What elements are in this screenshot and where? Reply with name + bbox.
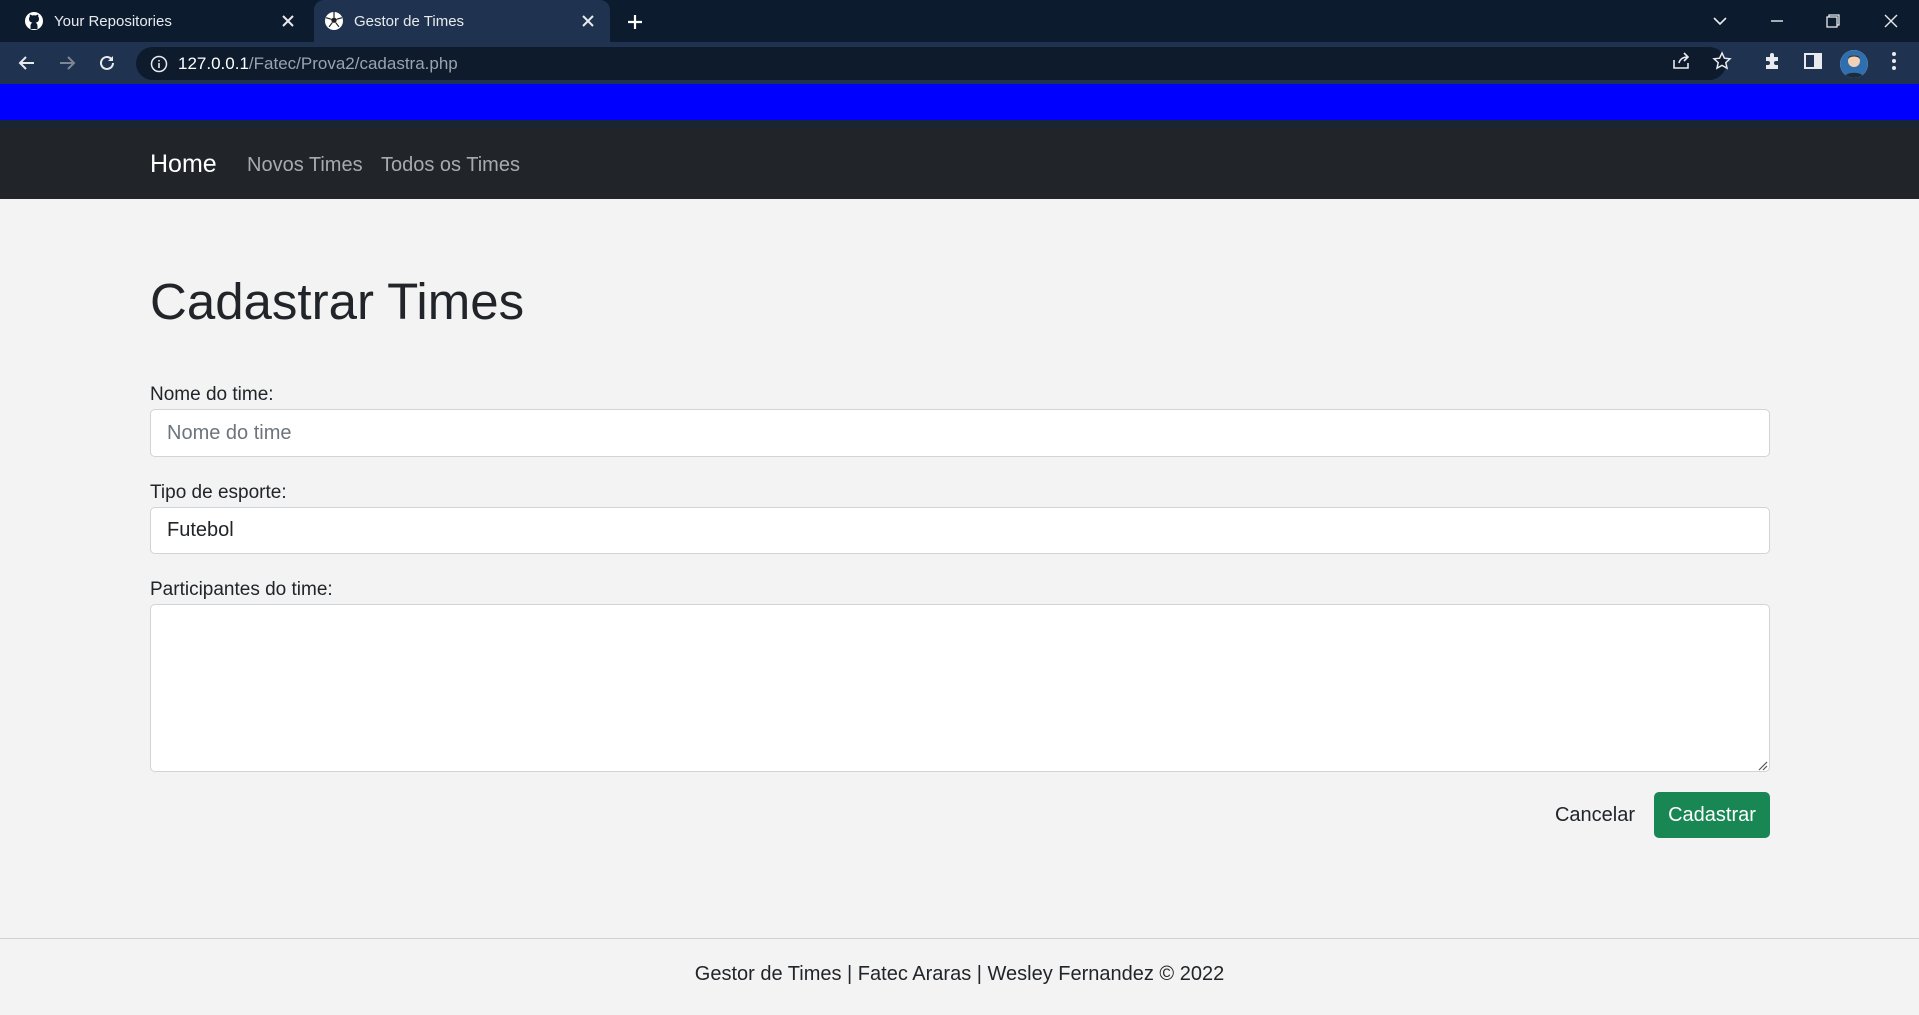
extensions-puzzle-icon[interactable] — [1759, 47, 1787, 75]
minimize-window-icon[interactable] — [1762, 6, 1792, 36]
url-host: 127.0.0.1 — [178, 53, 249, 73]
nav-link-novos-times[interactable]: Novos Times — [247, 154, 363, 177]
back-arrow-icon[interactable] — [13, 49, 41, 77]
tab-search-chevron-icon[interactable] — [1705, 6, 1735, 36]
footer-text: Gestor de Times | Fatec Araras | Wesley … — [694, 963, 1225, 985]
top-banner — [0, 84, 1919, 120]
github-icon — [24, 11, 44, 31]
banner-divider — [0, 120, 1919, 128]
side-panel-icon[interactable] — [1799, 47, 1827, 75]
team-name-label: Nome do time: — [150, 384, 274, 405]
restore-window-icon[interactable] — [1818, 6, 1848, 36]
profile-avatar[interactable] — [1840, 50, 1868, 78]
url-path: /Fatec/Prova2/cadastra.php — [248, 53, 458, 73]
reload-icon[interactable] — [93, 49, 121, 77]
resize-grip-icon[interactable] — [1756, 758, 1768, 771]
footer-divider — [0, 938, 1919, 939]
team-name-input[interactable] — [150, 409, 1770, 457]
team-members-label: Participantes do time: — [150, 579, 333, 600]
tab-title: Gestor de Times — [354, 12, 465, 30]
soccer-ball-icon — [324, 11, 344, 31]
tab-title: Your Repositories — [54, 12, 172, 30]
bookmark-star-icon[interactable] — [1708, 47, 1736, 75]
navbar-brand-home[interactable]: Home — [150, 150, 217, 179]
team-members-textarea[interactable] — [150, 604, 1770, 772]
tab-gestor-de-times[interactable]: Gestor de Times — [314, 0, 610, 42]
site-info-icon[interactable] — [150, 55, 168, 73]
sport-type-input[interactable] — [150, 507, 1770, 554]
page-title: Cadastrar Times — [150, 273, 525, 330]
new-tab-button[interactable] — [622, 9, 648, 35]
address-bar[interactable]: 127.0.0.1 /Fatec/Prova2/cadastra.php — [136, 47, 1726, 80]
sport-type-label: Tipo de esporte: — [150, 482, 287, 503]
close-window-icon[interactable] — [1876, 6, 1906, 36]
browser-menu-kebab-icon[interactable] — [1880, 47, 1908, 75]
browser-tab-strip: Your Repositories Gestor de Times — [0, 0, 1919, 42]
tab-your-repositories[interactable]: Your Repositories — [0, 0, 310, 42]
browser-toolbar: 127.0.0.1 /Fatec/Prova2/cadastra.php — [0, 42, 1919, 84]
close-tab-icon[interactable] — [578, 11, 598, 31]
submit-cadastrar-button[interactable]: Cadastrar — [1654, 792, 1770, 838]
close-tab-icon[interactable] — [278, 11, 298, 31]
cancel-button[interactable]: Cancelar — [1540, 792, 1650, 838]
forward-arrow-icon[interactable] — [53, 49, 81, 77]
nav-link-todos-os-times[interactable]: Todos os Times — [381, 154, 520, 177]
share-icon[interactable] — [1668, 47, 1696, 75]
